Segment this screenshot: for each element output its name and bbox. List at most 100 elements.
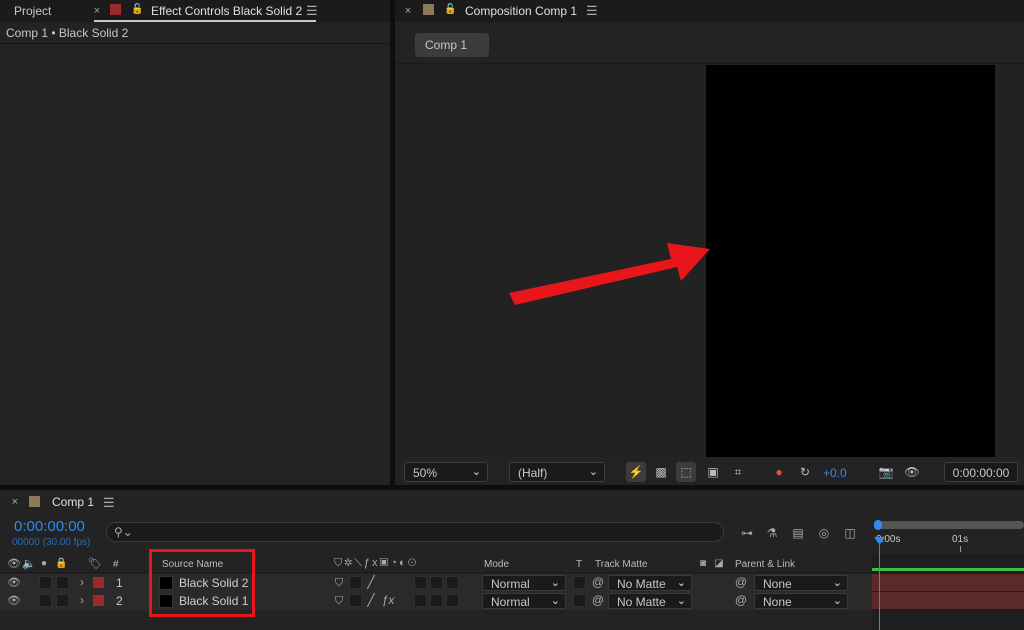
close-icon[interactable]: × (92, 4, 102, 18)
comp-flowchart-icon[interactable]: ⊶ (738, 526, 756, 540)
shy-switch-icon[interactable]: ⛉ (333, 576, 345, 590)
graph-editor-icon[interactable]: ◫ (841, 526, 859, 540)
layer-label-swatch[interactable] (93, 577, 104, 588)
reset-exposure-icon[interactable]: ↻ (795, 462, 815, 482)
layer-duration-bar[interactable] (872, 592, 1024, 609)
breadcrumb-divider (0, 43, 390, 44)
label-tag-icon[interactable]: 🏷 (88, 557, 102, 571)
timeline-track-area[interactable] (872, 554, 1024, 630)
layer-duration-bar[interactable] (872, 574, 1024, 591)
track-matte-dropdown[interactable]: No Matte ⌄ (608, 593, 692, 609)
solo-icon[interactable]: ● (39, 557, 49, 571)
layer-label-swatch[interactable] (93, 595, 104, 606)
tab-effect-controls[interactable]: Effect Controls Black Solid 2 (151, 4, 302, 18)
mask-path-icon[interactable]: ⬚ (676, 462, 696, 482)
switch-box[interactable] (414, 576, 427, 589)
switch-box[interactable] (349, 576, 362, 589)
show-snapshot-icon[interactable]: 👁 (902, 462, 922, 482)
lock-toggle-box[interactable] (56, 594, 69, 607)
shy-switch-icon[interactable]: ⛉ (333, 594, 345, 608)
switch-box[interactable] (349, 594, 362, 607)
switch-box[interactable] (430, 594, 443, 607)
timeline-timecode[interactable]: 0:00:00:00 (14, 518, 85, 535)
playhead-line[interactable] (879, 540, 880, 630)
tab-composition[interactable]: Composition Comp 1 (465, 4, 577, 18)
layer-search-input[interactable]: ⚲⌄ (106, 522, 724, 542)
transparency-grid-icon[interactable]: ▩ (651, 462, 671, 482)
comp-breadcrumb-button[interactable]: Comp 1 (415, 33, 489, 57)
chevron-down-icon: ⌄ (832, 577, 842, 589)
track-matte-dropdown[interactable]: No Matte ⌄ (608, 575, 692, 591)
panel-menu-icon[interactable]: ☰ (306, 4, 318, 17)
guides-icon[interactable]: ⌗ (728, 462, 748, 482)
color-channels-icon[interactable]: ● (769, 462, 789, 482)
switch-box[interactable] (430, 576, 443, 589)
switch-box[interactable] (446, 576, 459, 589)
lock-icon[interactable]: 🔓 (131, 3, 143, 17)
region-of-interest-icon[interactable]: ▣ (703, 462, 723, 482)
column-number[interactable]: # (113, 559, 119, 570)
lock-toggle-box[interactable] (56, 576, 69, 589)
viewer-area[interactable] (395, 65, 1024, 457)
work-area-bar[interactable] (876, 521, 1024, 529)
chevron-down-icon: ⌄ (676, 595, 686, 607)
panel-menu-icon[interactable]: ☰ (586, 4, 598, 17)
tab-project[interactable]: Project (14, 4, 51, 18)
audio-toggle-box[interactable] (39, 594, 52, 607)
parent-dropdown[interactable]: None ⌄ (754, 575, 848, 591)
column-mode[interactable]: Mode (484, 559, 509, 570)
column-t[interactable]: T (576, 559, 582, 570)
parent-value: None (763, 577, 792, 591)
resolution-dropdown[interactable]: (Half) ⌄ (509, 462, 605, 482)
video-visibility-icon[interactable]: 👁 (7, 576, 21, 590)
parent-dropdown[interactable]: None ⌄ (754, 593, 848, 609)
motion-blur-icon[interactable]: ◎ (815, 526, 833, 540)
panel-divider[interactable] (390, 0, 395, 485)
quality-switch-icon[interactable]: ╱ (364, 593, 378, 607)
parent-pickwhip-icon[interactable]: @ (734, 575, 748, 589)
parent-pickwhip-icon[interactable]: @ (734, 593, 748, 607)
frame-blending-icon[interactable]: ▤ (789, 526, 807, 540)
effect-fx-icon[interactable]: ƒx (380, 593, 396, 607)
composition-canvas[interactable] (706, 65, 995, 457)
exposure-value[interactable]: +0.0 (823, 466, 847, 480)
lock-icon[interactable]: 🔒 (55, 557, 67, 571)
timeline-ruler[interactable]: 0:00s 01s (872, 518, 1024, 554)
video-visibility-icon[interactable]: 👁 (7, 594, 21, 608)
matte-invert-icon[interactable]: ◪ (713, 557, 725, 571)
audio-toggle-box[interactable] (39, 576, 52, 589)
column-track-matte[interactable]: Track Matte (595, 559, 647, 570)
zoom-dropdown[interactable]: 50% ⌄ (404, 462, 488, 482)
switch-box[interactable] (414, 594, 427, 607)
lock-icon[interactable]: 🔓 (444, 3, 456, 17)
mode-dropdown[interactable]: Normal ⌄ (482, 575, 566, 591)
shy-layers-icon[interactable]: ⚗ (763, 526, 781, 540)
work-area-start-handle[interactable] (874, 520, 882, 530)
snapshot-icon[interactable]: 📷 (876, 462, 896, 482)
matte-pickwhip-icon[interactable]: @ (591, 593, 605, 607)
tab-timeline-comp[interactable]: Comp 1 (52, 495, 94, 509)
close-icon[interactable]: × (403, 4, 413, 18)
matte-icon[interactable]: ◙ (697, 557, 709, 571)
matte-pickwhip-icon[interactable]: @ (591, 575, 605, 589)
track-matte-value: No Matte (617, 577, 666, 591)
panel-menu-icon[interactable]: ☰ (103, 496, 115, 509)
column-parent-link[interactable]: Parent & Link (735, 559, 795, 570)
viewer-timecode[interactable]: 0:00:00:00 (944, 462, 1018, 482)
preserve-transparency-box[interactable] (573, 576, 586, 589)
preserve-transparency-box[interactable] (573, 594, 586, 607)
comp-navigator-bar: Comp 1 (395, 22, 1024, 64)
quality-switch-icon[interactable]: ╱ (364, 575, 378, 589)
chevron-down-icon: ⌄ (550, 577, 560, 589)
audio-toggle-icon[interactable]: 🔈 (22, 557, 36, 571)
mode-dropdown[interactable]: Normal ⌄ (482, 593, 566, 609)
mode-value: Normal (491, 577, 530, 591)
frame-info: 00000 (30.00 fps) (12, 537, 91, 548)
active-tab-underline (94, 20, 316, 22)
close-icon[interactable]: × (10, 495, 20, 509)
chevron-right-icon[interactable]: › (77, 575, 87, 589)
chevron-right-icon[interactable]: › (77, 593, 87, 607)
switch-box[interactable] (446, 594, 459, 607)
fast-preview-icon[interactable]: ⚡ (626, 462, 646, 482)
video-toggle-icon[interactable]: 👁 (7, 557, 21, 571)
